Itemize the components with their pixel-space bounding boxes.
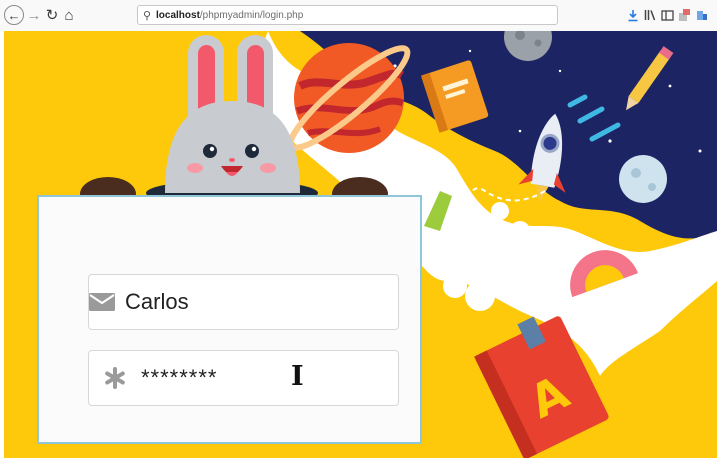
back-arrow-icon[interactable]: ←	[4, 5, 24, 25]
browser-toolbar: ← → ↻ ⌂ ⚲ localhost/phpmyadmin/login.php	[0, 0, 717, 32]
username-input[interactable]	[115, 289, 413, 315]
address-bar[interactable]: ⚲ localhost/phpmyadmin/login.php	[137, 5, 558, 25]
search-icon: ⚲	[142, 9, 152, 22]
asterisk-icon	[89, 367, 141, 389]
url-path: /phpmyadmin/login.php	[199, 9, 304, 21]
url-host: localhost	[156, 9, 200, 21]
login-card: ******** I	[37, 195, 422, 444]
envelope-icon	[89, 292, 115, 312]
password-field[interactable]: ******** I	[88, 350, 399, 406]
username-field[interactable]	[88, 274, 413, 330]
sidebar-icon[interactable]	[658, 6, 676, 24]
extension-icon[interactable]	[676, 6, 694, 24]
blue-moon	[619, 155, 667, 203]
forward-arrow-icon[interactable]: →	[26, 4, 42, 26]
text-cursor-icon: I	[291, 361, 304, 392]
home-icon[interactable]: ⌂	[60, 4, 78, 26]
password-input[interactable]: ********	[141, 365, 398, 391]
library-icon[interactable]	[641, 6, 659, 24]
login-page: A Carlos ******** I	[0, 31, 717, 458]
reload-icon[interactable]: ↻	[44, 4, 60, 26]
account-icon[interactable]	[693, 6, 711, 24]
orange-planet	[294, 43, 404, 153]
download-icon[interactable]	[624, 6, 642, 24]
